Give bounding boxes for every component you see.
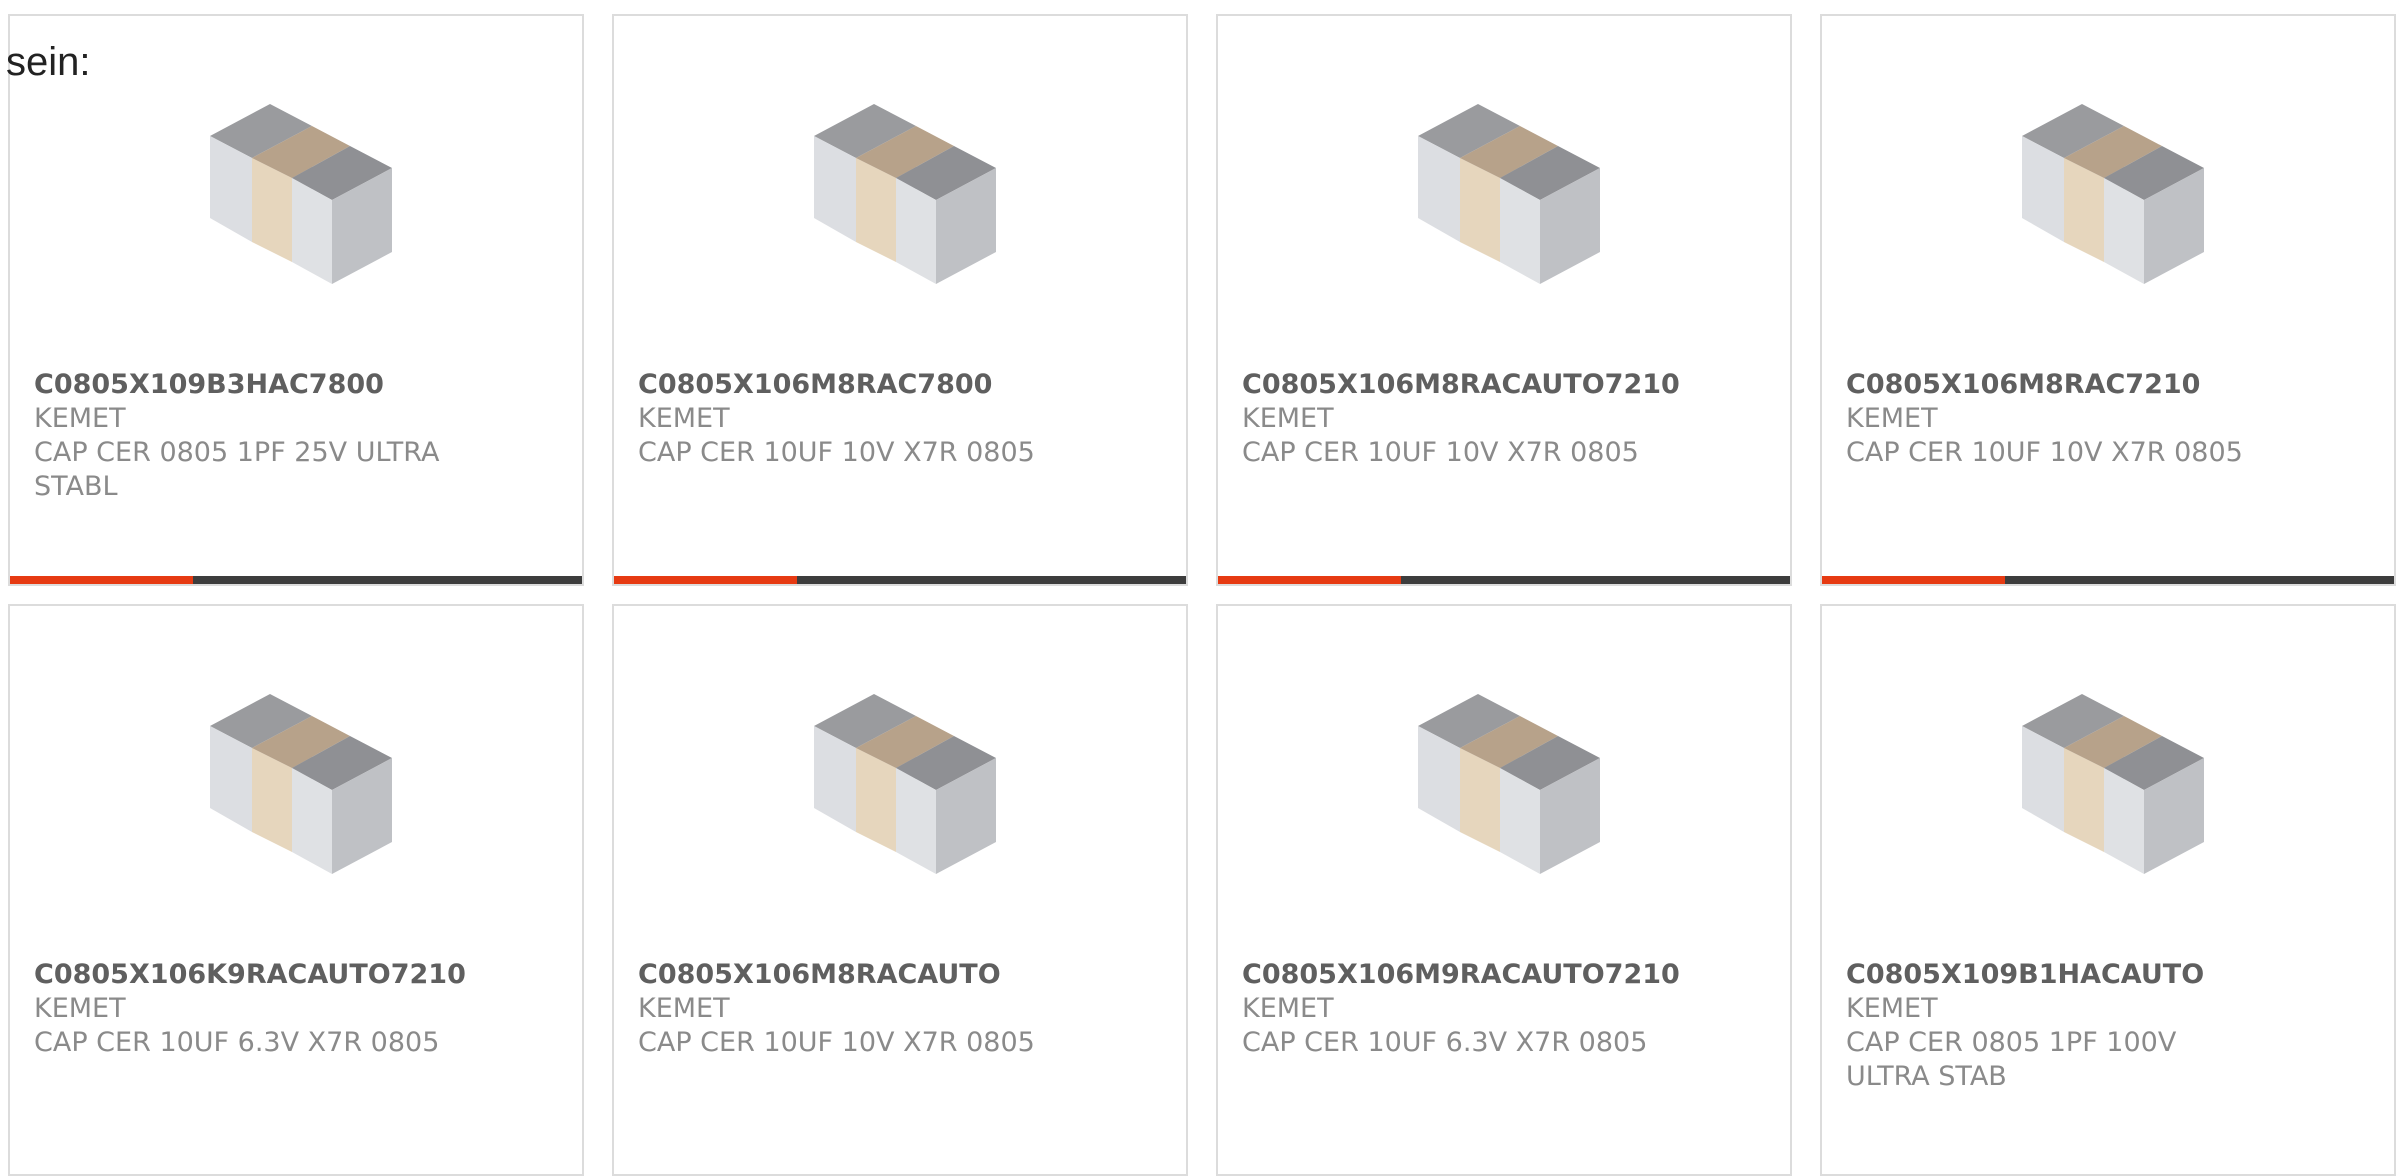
product-card[interactable]: C0805X109B1HACAUTO KEMET CAP CER 0805 1PF … bbox=[1820, 604, 2396, 1176]
product-card[interactable]: C0805X106M8RAC7800 KEMET CAP CER 10UF 10V … bbox=[612, 14, 1188, 586]
manufacturer: KEMET bbox=[1242, 403, 1334, 434]
product-image[interactable] bbox=[804, 94, 1004, 294]
progress-fill bbox=[10, 576, 194, 584]
progress-fill bbox=[1822, 576, 2006, 584]
product-image[interactable] bbox=[804, 684, 1004, 884]
part-number[interactable]: C0805X106M9RACAUTO7210 bbox=[1242, 958, 1680, 992]
part-number[interactable]: C0805X106K9RACAUTO7210 bbox=[34, 958, 466, 992]
description: CAP CER 0805 1PF 100V ULTRA STAB bbox=[1846, 1027, 2177, 1092]
progress-bar bbox=[10, 576, 582, 584]
intro-text: sein: bbox=[6, 40, 91, 84]
part-number[interactable]: C0805X106M8RAC7800 bbox=[638, 368, 1058, 402]
manufacturer: KEMET bbox=[34, 993, 126, 1024]
progress-bar bbox=[1218, 576, 1790, 584]
product-card[interactable]: C0805X106M9RACAUTO7210 KEMET CAP CER 10UF … bbox=[1216, 604, 1792, 1176]
description: CAP CER 10UF 10V X7R 0805 bbox=[1846, 437, 2243, 468]
description: CAP CER 10UF 10V X7R 0805 bbox=[638, 437, 1035, 468]
manufacturer: KEMET bbox=[638, 993, 730, 1024]
part-number[interactable]: C0805X109B3HAC7800 bbox=[34, 368, 454, 402]
product-image[interactable] bbox=[2012, 94, 2212, 294]
product-image[interactable] bbox=[1408, 684, 1608, 884]
part-number[interactable]: C0805X106M8RACAUTO bbox=[638, 958, 1058, 992]
manufacturer: KEMET bbox=[638, 403, 730, 434]
part-number[interactable]: C0805X109B1HACAUTO bbox=[1846, 958, 2266, 992]
description: CAP CER 10UF 10V X7R 0805 bbox=[1242, 437, 1639, 468]
product-card[interactable]: C0805X106M8RACAUTO7210 KEMET CAP CER 10UF … bbox=[1216, 14, 1792, 586]
product-card[interactable]: C0805X106M8RACAUTO KEMET CAP CER 10UF 10V … bbox=[612, 604, 1188, 1176]
manufacturer: KEMET bbox=[34, 403, 126, 434]
part-number[interactable]: C0805X106M8RAC7210 bbox=[1846, 368, 2266, 402]
progress-fill bbox=[614, 576, 798, 584]
product-image[interactable] bbox=[200, 684, 400, 884]
product-image[interactable] bbox=[2012, 684, 2212, 884]
progress-bar bbox=[614, 576, 1186, 584]
progress-fill bbox=[1218, 576, 1402, 584]
product-card[interactable]: C0805X109B3HAC7800 KEMET CAP CER 0805 1PF … bbox=[8, 14, 584, 586]
part-number[interactable]: C0805X106M8RACAUTO7210 bbox=[1242, 368, 1680, 402]
description: CAP CER 10UF 6.3V X7R 0805 bbox=[34, 1027, 440, 1058]
product-image[interactable] bbox=[1408, 94, 1608, 294]
product-card[interactable]: C0805X106K9RACAUTO7210 KEMET CAP CER 10UF … bbox=[8, 604, 584, 1176]
manufacturer: KEMET bbox=[1846, 403, 1938, 434]
description: CAP CER 0805 1PF 25V ULTRA STABL bbox=[34, 437, 440, 502]
description: CAP CER 10UF 6.3V X7R 0805 bbox=[1242, 1027, 1648, 1058]
description: CAP CER 10UF 10V X7R 0805 bbox=[638, 1027, 1035, 1058]
product-card[interactable]: C0805X106M8RAC7210 KEMET CAP CER 10UF 10V … bbox=[1820, 14, 2396, 586]
progress-bar bbox=[1822, 576, 2394, 584]
manufacturer: KEMET bbox=[1846, 993, 1938, 1024]
manufacturer: KEMET bbox=[1242, 993, 1334, 1024]
product-image[interactable] bbox=[200, 94, 400, 294]
